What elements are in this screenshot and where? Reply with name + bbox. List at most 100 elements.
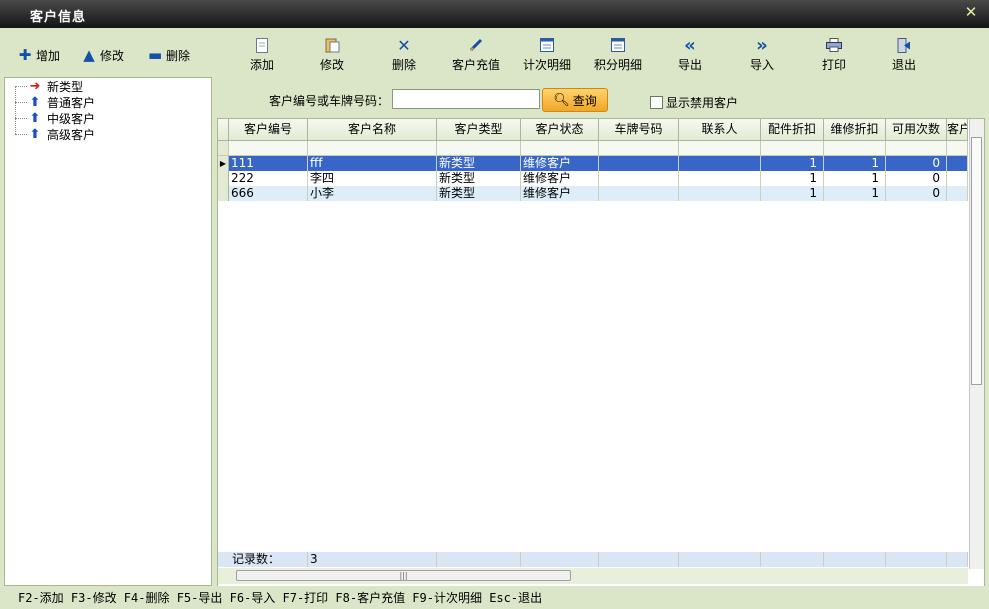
add-category-button[interactable]: ✚ 增加 bbox=[18, 45, 60, 65]
main-toolbar: 添加 修改 ✕ 删除 客户充值 计次明细 积分明细 « 导出 » 导入 打印 退… bbox=[216, 30, 984, 76]
title-bar[interactable]: 客户信息 ✕ bbox=[0, 0, 989, 28]
tree-connector bbox=[15, 134, 27, 135]
blue-arrow-up-icon: ⬆ bbox=[29, 95, 41, 110]
column-header[interactable]: 联系人 bbox=[679, 119, 761, 141]
table-cell[interactable] bbox=[679, 156, 761, 171]
edit-category-label: 修改 bbox=[100, 48, 125, 63]
table-cell[interactable]: 111 bbox=[229, 156, 308, 171]
table-cell[interactable]: 0 bbox=[886, 171, 947, 186]
red-arrow-right-icon: ➜ bbox=[29, 79, 41, 94]
column-header[interactable]: 客户名称 bbox=[308, 119, 437, 141]
scroll-thumb[interactable] bbox=[971, 137, 982, 385]
category-toolbar: ✚ 增加 ▲ 修改 ▬ 删除 bbox=[4, 30, 212, 76]
table-cell[interactable]: 1 bbox=[824, 156, 886, 171]
close-icon[interactable]: ✕ bbox=[963, 4, 979, 20]
edit-customer-button[interactable]: 修改 bbox=[302, 36, 362, 76]
table-cell[interactable] bbox=[947, 186, 968, 201]
horizontal-scrollbar[interactable]: ||| bbox=[218, 568, 968, 584]
table-cell[interactable]: 新类型 bbox=[437, 171, 521, 186]
tree-item-intermediate[interactable]: ⬆ 中级客户 bbox=[27, 111, 95, 126]
filter-cell[interactable] bbox=[947, 141, 968, 156]
table-cell[interactable] bbox=[599, 186, 679, 201]
recharge-button[interactable]: 客户充值 bbox=[446, 36, 506, 76]
table-cell[interactable] bbox=[947, 156, 968, 171]
filter-cell[interactable] bbox=[521, 141, 599, 156]
footer-cell bbox=[679, 552, 761, 567]
delete-customer-button[interactable]: ✕ 删除 bbox=[374, 36, 434, 76]
table-cell[interactable]: 1 bbox=[761, 171, 824, 186]
calendar-icon bbox=[536, 36, 558, 54]
table-cell[interactable]: 666 bbox=[229, 186, 308, 201]
table-cell[interactable]: 维修客户 bbox=[521, 156, 599, 171]
shortcut-hints: F2-添加 F3-修改 F4-删除 F5-导出 F6-导入 F7-打印 F8-客… bbox=[18, 591, 543, 605]
column-header[interactable]: 客户状态 bbox=[521, 119, 599, 141]
add-customer-button[interactable]: 添加 bbox=[232, 36, 292, 76]
edit-customer-label: 修改 bbox=[319, 58, 344, 72]
column-header[interactable]: 客户编号 bbox=[229, 119, 308, 141]
column-header[interactable]: 车牌号码 bbox=[599, 119, 679, 141]
filter-cell[interactable] bbox=[308, 141, 437, 156]
import-button[interactable]: » 导入 bbox=[732, 35, 792, 76]
column-header[interactable]: 客户类型 bbox=[437, 119, 521, 141]
table-row[interactable]: 666 小李 新类型 维修客户 1 1 0 bbox=[218, 186, 968, 201]
import-label: 导入 bbox=[749, 58, 774, 72]
table-cell[interactable]: 维修客户 bbox=[521, 186, 599, 201]
customer-info-window: 客户信息 ✕ ✚ 增加 ▲ 修改 ▬ 删除 添加 修改 ✕ 删除 客户充值 计次… bbox=[0, 0, 989, 609]
category-tree[interactable]: ➜ 新类型 ⬆ 普通客户 ⬆ 中级客户 ⬆ 高级客户 bbox=[4, 77, 212, 586]
tree-connector bbox=[15, 102, 27, 103]
table-cell[interactable]: 0 bbox=[886, 186, 947, 201]
table-cell[interactable]: 新类型 bbox=[437, 156, 521, 171]
print-button[interactable]: 打印 bbox=[804, 36, 864, 76]
tree-connector bbox=[15, 118, 27, 119]
show-disabled-checkbox[interactable]: 显示禁用客户 bbox=[650, 94, 738, 111]
vertical-scrollbar[interactable] bbox=[969, 119, 984, 569]
filter-cell[interactable] bbox=[886, 141, 947, 156]
filter-cell[interactable] bbox=[437, 141, 521, 156]
table-cell[interactable]: 维修客户 bbox=[521, 171, 599, 186]
table-cell[interactable] bbox=[679, 186, 761, 201]
filter-indicator bbox=[218, 141, 229, 156]
delete-category-button[interactable]: ▬ 删除 bbox=[148, 45, 190, 65]
customer-grid[interactable]: 客户编号 客户名称 客户类型 客户状态 车牌号码 联系人 配件折扣 维修折扣 可… bbox=[217, 118, 985, 587]
column-header[interactable]: 客户 bbox=[947, 119, 968, 141]
export-button[interactable]: « 导出 bbox=[660, 35, 720, 76]
table-cell[interactable]: 新类型 bbox=[437, 186, 521, 201]
filter-cell[interactable] bbox=[824, 141, 886, 156]
search-input[interactable] bbox=[392, 89, 540, 109]
recharge-label: 客户充值 bbox=[451, 58, 500, 72]
filter-cell[interactable] bbox=[679, 141, 761, 156]
table-cell[interactable] bbox=[679, 171, 761, 186]
table-cell[interactable]: 李四 bbox=[308, 171, 437, 186]
filter-cell[interactable] bbox=[599, 141, 679, 156]
exit-button[interactable]: 退出 bbox=[874, 36, 934, 76]
tree-item-advanced[interactable]: ⬆ 高级客户 bbox=[27, 127, 95, 142]
table-cell[interactable]: 1 bbox=[761, 156, 824, 171]
edit-category-button[interactable]: ▲ 修改 bbox=[82, 45, 124, 65]
filter-cell[interactable] bbox=[229, 141, 308, 156]
filter-cell[interactable] bbox=[761, 141, 824, 156]
column-header[interactable]: 可用次数 bbox=[886, 119, 947, 141]
table-row[interactable]: ▶ 111 fff 新类型 维修客户 1 1 0 bbox=[218, 156, 968, 171]
count-detail-button[interactable]: 计次明细 bbox=[517, 36, 577, 76]
checkbox-box[interactable] bbox=[650, 96, 663, 109]
table-cell[interactable]: 1 bbox=[761, 186, 824, 201]
table-cell[interactable]: 1 bbox=[824, 171, 886, 186]
table-cell[interactable]: 小李 bbox=[308, 186, 437, 201]
search-button[interactable]: 🔍︎ 查询 bbox=[542, 88, 608, 112]
scroll-thumb[interactable]: ||| bbox=[236, 570, 571, 581]
table-cell[interactable]: fff bbox=[308, 156, 437, 171]
table-cell[interactable] bbox=[599, 171, 679, 186]
table-cell[interactable]: 1 bbox=[824, 186, 886, 201]
add-category-label: 增加 bbox=[36, 48, 61, 63]
tree-item-regular[interactable]: ⬆ 普通客户 bbox=[27, 95, 95, 110]
table-cell[interactable]: 222 bbox=[229, 171, 308, 186]
table-cell[interactable] bbox=[947, 171, 968, 186]
tree-item-new-type[interactable]: ➜ 新类型 bbox=[27, 79, 83, 94]
points-detail-button[interactable]: 积分明细 bbox=[588, 36, 648, 76]
table-row[interactable]: 222 李四 新类型 维修客户 1 1 0 bbox=[218, 171, 968, 186]
triangle-up-icon: ▲ bbox=[83, 46, 95, 64]
column-header[interactable]: 维修折扣 bbox=[824, 119, 886, 141]
table-cell[interactable] bbox=[599, 156, 679, 171]
table-cell[interactable]: 0 bbox=[886, 156, 947, 171]
column-header[interactable]: 配件折扣 bbox=[761, 119, 824, 141]
